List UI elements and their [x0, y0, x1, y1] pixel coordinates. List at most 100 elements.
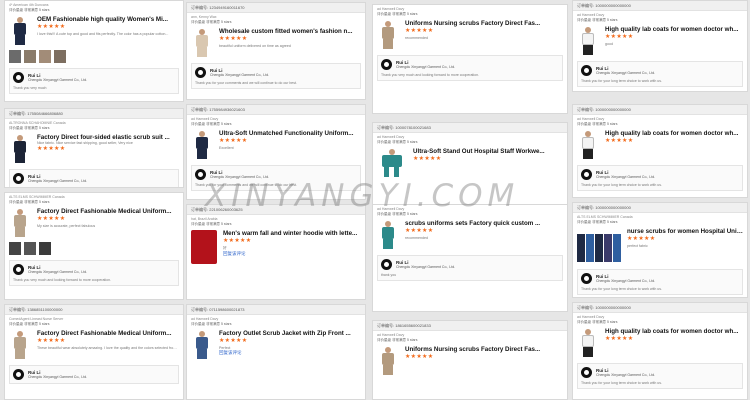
review-photo[interactable] — [39, 50, 51, 63]
product-title[interactable]: Factory Direct Fashionable Medical Unifo… — [37, 208, 179, 215]
product-row[interactable]: Uniforms Nursing scrubs Factory Direct F… — [373, 344, 567, 378]
order-number: 订单编号: 1755084666806880 — [5, 109, 183, 119]
product-title[interactable]: Factory Outlet Scrub Jacket with Zip Fro… — [219, 330, 361, 337]
product-thumbnail[interactable] — [577, 228, 621, 264]
review-photo[interactable] — [9, 50, 21, 63]
product-thumbnail[interactable] — [9, 134, 31, 164]
order-number: 订单编号: 1861655600021833 — [373, 321, 567, 331]
product-row[interactable]: Factory Direct Fashionable Medical Unifo… — [5, 328, 183, 362]
star-rating: ★★★★★ — [627, 236, 656, 242]
review-card: 订单编号: 1861655600021833 ad Hamwell Davy 评… — [372, 320, 568, 400]
product-row[interactable]: Wholesale custom fitted women's fashion … — [187, 26, 365, 60]
review-photo[interactable] — [24, 50, 36, 63]
reply-link[interactable]: 回复该评论 — [223, 251, 361, 257]
review-card: 订单编号: 1755084666806880 ALTRONNA SCHAHOMN… — [4, 108, 184, 188]
seller-reply: Rui Li Chengdu Xinyangyi Garment Co., Ltd… — [191, 165, 361, 191]
star-rating: ★★★★★ — [405, 28, 434, 34]
seller-reply: Rui Li Chengdu Xinyangyi Garment Co., Ltd… — [9, 68, 179, 94]
review-text: These beautiful wear absolutely amazing.… — [37, 346, 179, 350]
order-number: 订单编号: 1386851100000000 — [5, 305, 183, 315]
product-thumbnail[interactable] — [377, 148, 407, 188]
product-title[interactable]: Ultra-Soft Stand Out Hospital Staff Work… — [413, 148, 563, 155]
product-row[interactable]: Uniforms Nursing scrubs Factory Direct F… — [373, 18, 567, 52]
review-text: recommended — [405, 236, 428, 240]
seller-reply: Rui Li Chengdu Xinyangyi Garment Co., Ltd… — [577, 165, 743, 191]
review-card: ad Hamwell Davy 评价星级 非常满意 5 stars Unifor… — [372, 4, 568, 114]
reply-link[interactable]: 回复该评论 — [219, 350, 361, 356]
star-rating: ★★★★★ — [405, 228, 434, 234]
rating-line: 评价星级 非常满意 5 stars — [9, 8, 50, 12]
product-thumbnail[interactable] — [191, 130, 213, 160]
company-logo-icon — [195, 67, 206, 78]
product-row[interactable]: Ultra-Soft Stand Out Hospital Staff Work… — [373, 146, 567, 190]
rating-line: 评价星级 非常满意 5 stars — [577, 122, 618, 126]
reply-company: Chengdu Xinyangyi Garment Co., Ltd. — [596, 175, 656, 179]
product-title[interactable]: Factory Direct four-sided elastic scrub … — [37, 134, 179, 141]
seller-reply: Rui Li Chengdu Xinyangyi Garment Co., Ltd… — [9, 169, 179, 187]
product-title[interactable]: Ultra-Soft Unmatched Functionality Unifo… — [219, 130, 361, 137]
reply-message: Thank you for your long term choice to w… — [581, 381, 662, 385]
star-rating: ★★★★★ — [605, 336, 634, 342]
product-row[interactable]: High quality lab coats for women doctor … — [573, 128, 747, 162]
review-photo[interactable] — [39, 242, 51, 255]
review-card: 订单编号: 221006260003625 hat, Brazil Arabia… — [186, 204, 366, 300]
product-row[interactable]: scrubs uniforms sets Factory quick custo… — [373, 218, 567, 252]
review-card: 订单编号: 1000000000000000 ALTS ELMS SCHWIMM… — [572, 202, 748, 298]
product-title[interactable]: OEM Fashionable high quality Women's Mi.… — [37, 16, 179, 23]
product-row[interactable]: Ultra-Soft Unmatched Functionality Unifo… — [187, 128, 365, 162]
product-thumbnail[interactable] — [577, 130, 599, 160]
product-title[interactable]: Men's warm fall and winter hoodie with l… — [223, 230, 361, 237]
product-thumbnail[interactable] — [577, 26, 599, 56]
review-text: perfect fabric — [627, 244, 648, 248]
company-logo-icon — [195, 169, 206, 180]
star-rating: ★★★★★ — [605, 138, 634, 144]
product-title[interactable]: High quality lab coats for women doctor … — [605, 130, 743, 137]
company-logo-icon — [13, 369, 24, 380]
product-title[interactable]: High quality lab coats for women doctor … — [605, 328, 743, 335]
product-title[interactable]: nurse scrubs for women Hospital Uniforms… — [627, 228, 743, 235]
review-text: My size is accurate, perfect fabulous — [37, 224, 96, 228]
product-title[interactable]: Uniforms Nursing scrubs Factory Direct F… — [405, 346, 563, 353]
product-thumbnail[interactable] — [9, 208, 31, 238]
product-title[interactable]: High quality lab coats for women doctor … — [605, 26, 743, 33]
review-photos — [5, 48, 183, 65]
product-thumbnail[interactable] — [377, 20, 399, 50]
star-rating: ★★★★★ — [37, 338, 66, 344]
product-row[interactable]: Factory Direct four-sided elastic scrub … — [5, 132, 183, 166]
product-thumbnail[interactable] — [191, 230, 217, 264]
review-photo[interactable] — [9, 242, 21, 255]
reply-message: Thank you very much and looking forward … — [381, 73, 480, 77]
product-title[interactable]: Uniforms Nursing scrubs Factory Direct F… — [405, 20, 563, 27]
review-card: 订单编号: 1000000000000000 ad Hamwell Davy 评… — [572, 302, 748, 400]
product-thumbnail[interactable] — [9, 16, 31, 46]
reply-message: Thank you very much — [13, 86, 47, 90]
product-row[interactable]: Men's warm fall and winter hoodie with l… — [187, 228, 365, 266]
review-card: 订单编号: 1755984936021603 ad Hamwell Davy 评… — [186, 104, 366, 200]
reply-company: Chengdu Xinyangyi Garment Co., Ltd. — [396, 265, 456, 269]
product-row[interactable]: Factory Outlet Scrub Jacket with Zip Fro… — [187, 328, 365, 362]
product-row[interactable]: High quality lab coats for women doctor … — [573, 24, 747, 58]
star-rating: ★★★★★ — [37, 216, 66, 222]
product-thumbnail[interactable] — [377, 346, 399, 376]
product-row[interactable]: nurse scrubs for women Hospital Uniforms… — [573, 226, 747, 266]
rating-line: 评价星级 非常满意 5 stars — [377, 12, 418, 16]
product-row[interactable]: High quality lab coats for women doctor … — [573, 326, 747, 360]
seller-reply: Rui Li Chengdu Xinyangyi Garment Co., Ltd… — [577, 61, 743, 87]
product-row[interactable]: OEM Fashionable high quality Women's Mi.… — [5, 14, 183, 48]
review-photo[interactable] — [54, 50, 66, 63]
seller-reply: Rui Li Chengdu Xinyangyi Garment Co., Ltd… — [191, 63, 361, 89]
review-card: 订单编号: 1386851100000000 ComedAgent Lineas… — [4, 304, 184, 400]
review-photo[interactable] — [24, 242, 36, 255]
review-card: ALTS ELMS SCHWIMMER Canada 评价星级 非常满意 5 s… — [4, 192, 184, 300]
product-thumbnail[interactable] — [377, 220, 399, 250]
product-title[interactable]: Wholesale custom fitted women's fashion … — [219, 28, 361, 35]
order-number: 订单编号: 1000000000000000 — [573, 105, 747, 115]
product-thumbnail[interactable] — [191, 330, 213, 360]
product-thumbnail[interactable] — [191, 28, 213, 58]
product-row[interactable]: Factory Direct Fashionable Medical Unifo… — [5, 206, 183, 240]
product-title[interactable]: scrubs uniforms sets Factory quick custo… — [405, 220, 563, 227]
rating-line: 评价星级 非常满意 5 stars — [9, 200, 50, 204]
product-title[interactable]: Factory Direct Fashionable Medical Unifo… — [37, 330, 179, 337]
product-thumbnail[interactable] — [577, 328, 599, 358]
product-thumbnail[interactable] — [9, 330, 31, 360]
